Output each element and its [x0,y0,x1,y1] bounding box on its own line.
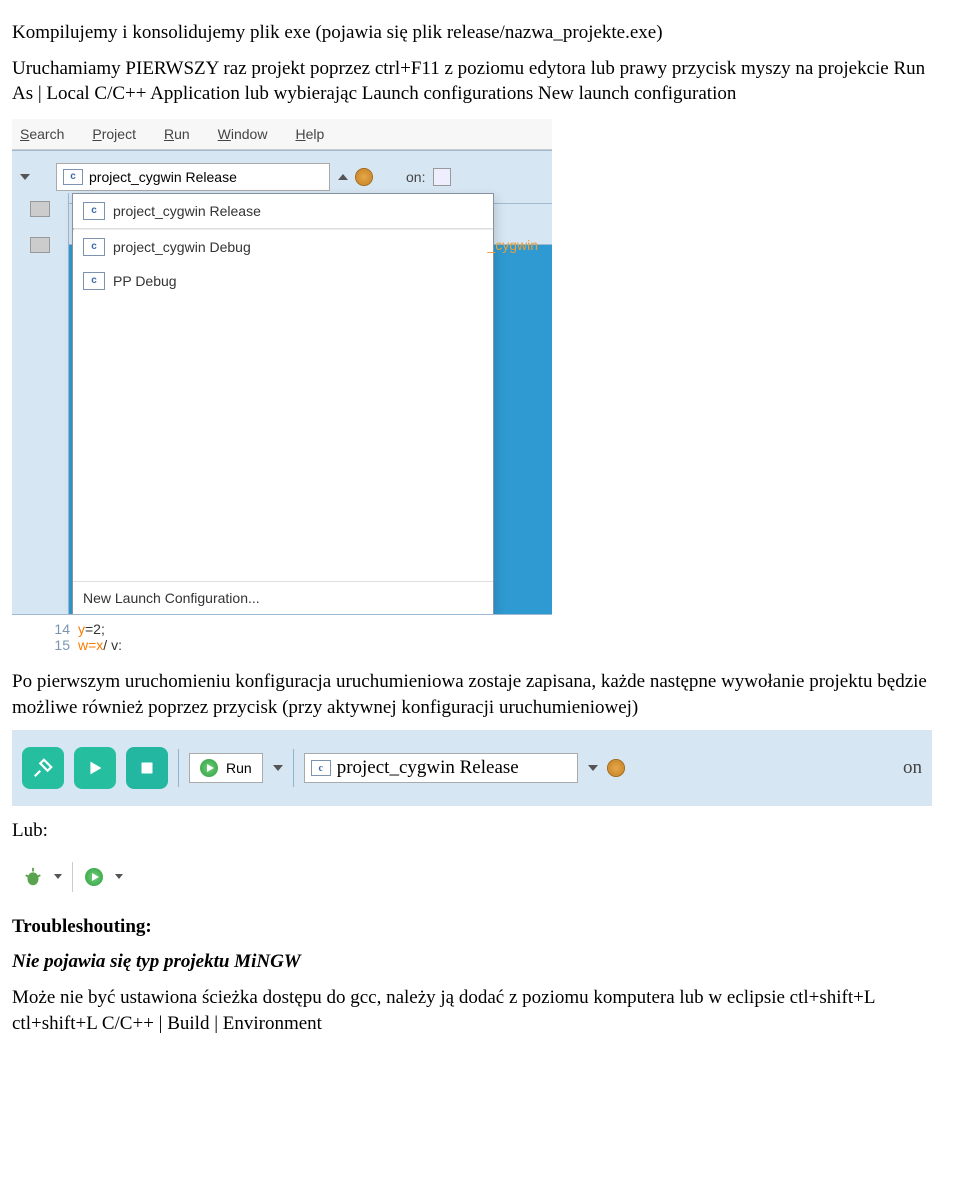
chevron-down-icon[interactable] [54,874,62,879]
c-project-icon: c [311,760,331,776]
launch-config-item-label: PP Debug [113,273,177,289]
c-project-icon: c [63,169,83,185]
build-button[interactable] [22,747,64,789]
troubleshooting-text: Może nie być ustawiona ścieżka dostępu d… [12,985,948,1036]
toolbar-separator [293,749,294,787]
target-icon[interactable] [433,168,451,186]
background-text-fragment: _cygwin [487,237,538,253]
run-mode-combo[interactable]: Run [189,753,263,783]
troubleshooting-heading: Troubleshouting: [12,914,948,940]
paragraph-first-run: Uruchamiamy PIERWSZY raz projekt poprzez… [12,56,948,107]
menu-window[interactable]: Window [218,126,268,142]
code-token: w=x [78,637,103,653]
launch-config-dropdown: c project_cygwin Release c project_cygwi… [72,193,494,615]
debug-button[interactable] [22,866,44,888]
screenshot-launch-config: Search Project Run Window Help c project… [12,119,552,659]
c-project-icon: c [83,272,105,290]
launch-config-item-label: project_cygwin Release [113,203,261,219]
play-icon [85,868,103,886]
new-launch-config-item[interactable]: New Launch Configuration... [73,581,493,614]
paragraph-after-first-run: Po pierwszym uruchomieniu konfiguracja u… [12,669,948,720]
screenshot-debug-run-icons [12,854,152,900]
chevron-up-icon[interactable] [338,174,348,180]
menu-run[interactable]: Run [164,126,190,142]
launch-config-combo-label: project_cygwin Release [337,757,519,779]
troubleshooting-subheading: Nie pojawia się typ projektu MiNGW [12,949,948,975]
gutter-icon-1[interactable] [30,201,50,217]
launch-config-item-label: project_cygwin Debug [113,239,251,255]
toolbar-separator [72,862,73,892]
run-mode-label: Run [226,760,252,776]
screenshot-run-toolbar: Run c project_cygwin Release on [12,730,932,806]
stop-button[interactable] [126,747,168,789]
editor-gutter [12,193,69,659]
gear-icon[interactable] [608,760,624,776]
launch-config-combo-label: project_cygwin Release [89,169,237,185]
label-lub: Lub: [12,818,948,844]
menu-search[interactable]: Search [20,126,64,142]
chevron-down-icon[interactable] [588,765,598,771]
c-project-icon: c [83,202,105,220]
gear-icon[interactable] [356,169,372,185]
editor-lines: 14 y =2; 15 w=x / v: [12,614,552,659]
gutter-icon-2[interactable] [30,237,50,253]
chevron-down-icon[interactable] [273,765,283,771]
on-label: on [903,757,922,779]
launch-config-item[interactable]: c project_cygwin Debug [73,230,493,264]
toolbar-separator [178,749,179,787]
line-number: 14 [12,621,78,637]
run-button[interactable] [83,866,105,888]
chevron-down-icon[interactable] [20,174,30,180]
paragraph-compile: Kompilujemy i konsolidujemy plik exe (po… [12,20,948,46]
code-token: / v: [103,637,122,653]
on-label: on: [406,169,425,185]
launch-config-item[interactable]: c PP Debug [73,264,493,298]
code-token: y [78,621,85,637]
run-button[interactable] [74,747,116,789]
play-icon [200,759,218,777]
c-project-icon: c [83,238,105,256]
eclipse-menubar: Search Project Run Window Help [12,119,552,150]
launch-config-item[interactable]: c project_cygwin Release [73,194,493,228]
launch-config-combo[interactable]: c project_cygwin Release [304,753,578,783]
menu-project[interactable]: Project [92,126,136,142]
code-token: =2; [85,621,105,637]
chevron-down-icon[interactable] [115,874,123,879]
line-number: 15 [12,637,78,653]
menu-help[interactable]: Help [295,126,324,142]
launch-config-combo[interactable]: c project_cygwin Release [56,163,330,191]
